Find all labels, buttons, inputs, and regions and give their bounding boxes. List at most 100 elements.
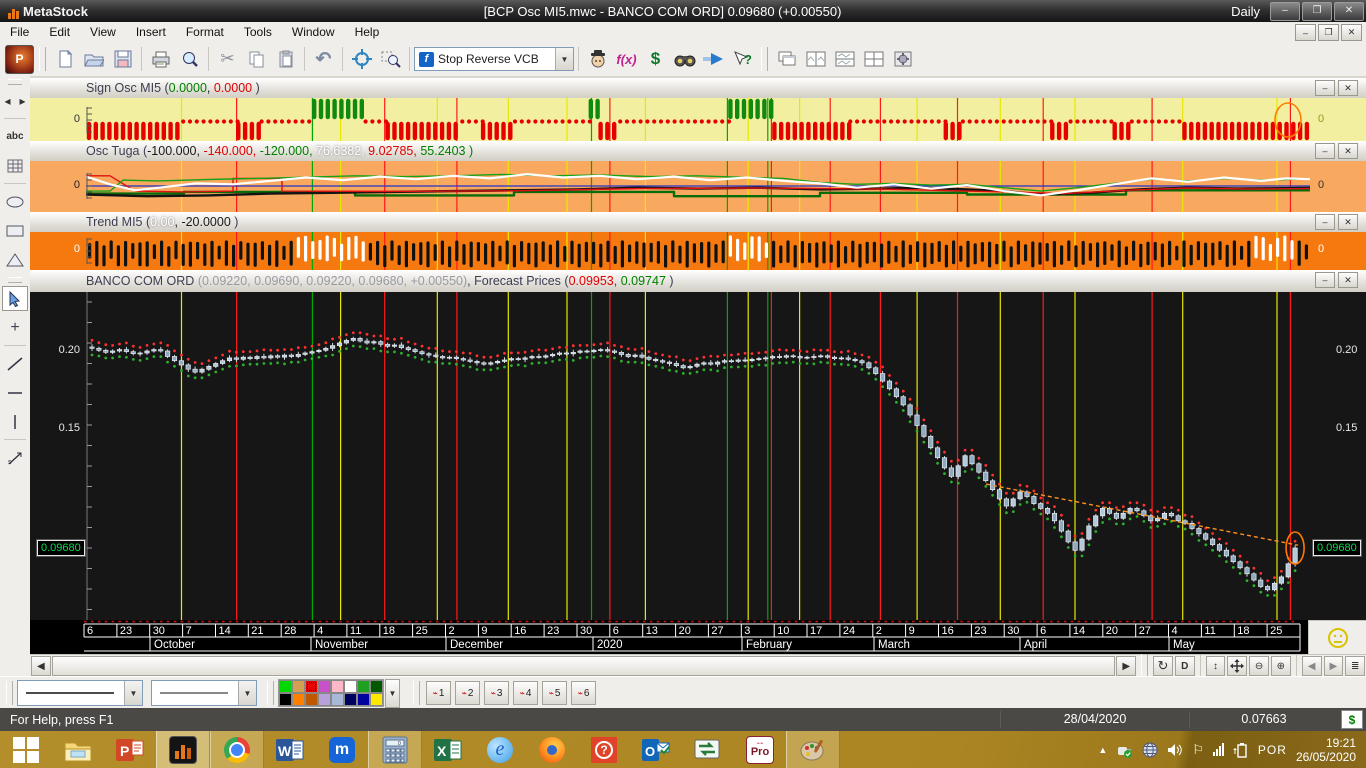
taskbar-chrome-icon[interactable] — [210, 731, 264, 768]
taskbar-excel-icon[interactable]: X — [422, 731, 474, 768]
child-minimize-button[interactable]: – — [1295, 24, 1316, 41]
print-button[interactable] — [147, 46, 174, 73]
tile-vertical-icon[interactable] — [802, 46, 829, 73]
layout-preset-button-4[interactable]: ⌁ 4 — [513, 681, 538, 705]
scroll-left-icon[interactable]: ◀ — [31, 656, 51, 676]
taskbar-remote-icon[interactable] — [682, 731, 734, 768]
sign-osc-plot[interactable] — [86, 98, 1310, 141]
menu-tools[interactable]: Tools — [244, 25, 272, 39]
taskbar-pro-icon[interactable]: ⌁⌁ Pro — [734, 731, 786, 768]
color-swatch[interactable] — [344, 680, 357, 693]
vertical-line-tool-icon[interactable] — [2, 409, 28, 434]
semilog-trend-tool-icon[interactable]: s — [2, 445, 28, 470]
taskbar-firefox-icon[interactable] — [526, 731, 578, 768]
layout-preset-button-6[interactable]: ⌁ 6 — [571, 681, 596, 705]
menu-help[interactable]: Help — [355, 25, 380, 39]
color-swatch[interactable] — [279, 693, 292, 706]
menu-window[interactable]: Window — [292, 25, 335, 39]
cut-icon[interactable]: ✂ — [214, 46, 241, 73]
color-swatch[interactable] — [344, 693, 357, 706]
menu-edit[interactable]: Edit — [49, 25, 70, 39]
tray-hidden-icons-icon[interactable]: ▲ — [1098, 745, 1107, 755]
line-style-dropdown[interactable]: ▼ — [17, 680, 143, 706]
crosshair-tool-icon[interactable] — [348, 46, 375, 73]
ellipse-tool-icon[interactable] — [2, 189, 28, 214]
dropdown-arrow-icon[interactable]: ▼ — [555, 48, 573, 70]
palette-more-icon[interactable]: ▼ — [385, 678, 400, 708]
restore-button[interactable]: ❐ — [1302, 1, 1332, 21]
zoom-in-icon[interactable]: ⊕ — [1270, 656, 1291, 676]
periodicity-next-icon[interactable]: ▸ — [15, 88, 30, 113]
color-swatch[interactable] — [370, 693, 383, 706]
dollar-icon[interactable]: $ — [642, 46, 669, 73]
taskbar-powerpoint-icon[interactable]: P — [104, 731, 156, 768]
menu-insert[interactable]: Insert — [136, 25, 166, 39]
print-preview-button[interactable] — [176, 46, 203, 73]
trend-panel-header[interactable]: Trend MI5 (0.00, -20.0000 ) – ✕ — [30, 212, 1366, 233]
refresh-icon[interactable]: ↻ — [1153, 656, 1173, 676]
color-swatch[interactable] — [357, 680, 370, 693]
rectangle-tool-icon[interactable] — [2, 218, 28, 243]
triangle-tool-icon[interactable] — [2, 247, 28, 272]
indicator-builder-icon[interactable]: f(x) — [613, 46, 640, 73]
price-panel-minimize-button[interactable]: – — [1315, 272, 1335, 288]
copy-button[interactable] — [243, 46, 270, 73]
taskbar-ie-icon[interactable]: e — [474, 731, 526, 768]
layout-preset-button-5[interactable]: ⌁ 5 — [542, 681, 567, 705]
taskbar-maxthon-icon[interactable]: m — [316, 731, 368, 768]
tray-signal-icon[interactable] — [1212, 743, 1224, 756]
cascade-windows-icon[interactable] — [773, 46, 800, 73]
text-tool-icon[interactable]: abc — [2, 124, 28, 149]
sentiment-corner[interactable] — [1308, 620, 1366, 656]
child-close-button[interactable]: ✕ — [1341, 24, 1362, 41]
menu-format[interactable]: Format — [186, 25, 224, 39]
tray-network-globe-icon[interactable] — [1142, 742, 1158, 758]
layout-preset-button-2[interactable]: ⌁ 2 — [455, 681, 480, 705]
tray-usb-icon[interactable] — [1116, 742, 1133, 758]
zoom-out-icon[interactable]: ⊖ — [1249, 656, 1269, 676]
tuga-panel-close-button[interactable]: ✕ — [1338, 143, 1358, 159]
color-swatch[interactable] — [279, 680, 292, 693]
layout-options-icon[interactable] — [889, 46, 916, 73]
trendline-tool-icon[interactable] — [2, 351, 28, 376]
taskbar-word-icon[interactable]: W — [264, 731, 316, 768]
scrollbar-thumb[interactable] — [51, 656, 1116, 676]
new-chart-button[interactable] — [51, 46, 78, 73]
tray-volume-icon[interactable] — [1167, 743, 1183, 757]
start-button[interactable] — [0, 731, 52, 768]
periodicity-prev-icon[interactable]: ◂ — [0, 88, 15, 113]
tile-quad-icon[interactable] — [860, 46, 887, 73]
color-swatch[interactable] — [305, 680, 318, 693]
price-panel-close-button[interactable]: ✕ — [1338, 272, 1358, 288]
color-palette[interactable] — [278, 679, 384, 707]
explorer-binoculars-icon[interactable] — [671, 46, 698, 73]
color-swatch[interactable] — [318, 693, 331, 706]
close-button[interactable]: ✕ — [1334, 1, 1364, 21]
downloader-dollar-icon[interactable]: $ — [1341, 710, 1363, 729]
taskbar-help-icon[interactable]: ? — [578, 731, 630, 768]
trend-plot[interactable] — [86, 232, 1310, 270]
minimize-button[interactable]: – — [1270, 1, 1300, 21]
context-help-icon[interactable]: ? — [729, 46, 756, 73]
power-console-button[interactable]: P — [5, 44, 34, 74]
taskbar-metastock-icon[interactable] — [156, 731, 210, 768]
save-button[interactable] — [109, 46, 136, 73]
chart-menu-icon[interactable]: ≣ — [1345, 656, 1366, 676]
pointer-tool-icon[interactable] — [2, 286, 28, 311]
taskbar-file-explorer-icon[interactable] — [52, 731, 104, 768]
color-swatch[interactable] — [292, 680, 305, 693]
prev-chart-icon[interactable]: ◀ — [1301, 656, 1322, 676]
expert-advisor-icon[interactable] — [584, 46, 611, 73]
color-swatch[interactable] — [331, 680, 344, 693]
color-swatch[interactable] — [305, 693, 318, 706]
menu-file[interactable]: File — [10, 25, 29, 39]
trend-panel-close-button[interactable]: ✕ — [1338, 214, 1358, 230]
child-restore-button[interactable]: ❐ — [1318, 24, 1339, 41]
trend-panel-minimize-button[interactable]: – — [1315, 214, 1335, 230]
color-swatch[interactable] — [370, 680, 383, 693]
taskbar-calculator-icon[interactable]: 0 — [368, 731, 422, 768]
grid-tool-icon[interactable] — [2, 153, 28, 178]
osc-tuga-plot[interactable] — [85, 161, 1311, 212]
next-chart-icon[interactable]: ▶ — [1323, 656, 1344, 676]
price-plot[interactable] — [86, 292, 1310, 620]
